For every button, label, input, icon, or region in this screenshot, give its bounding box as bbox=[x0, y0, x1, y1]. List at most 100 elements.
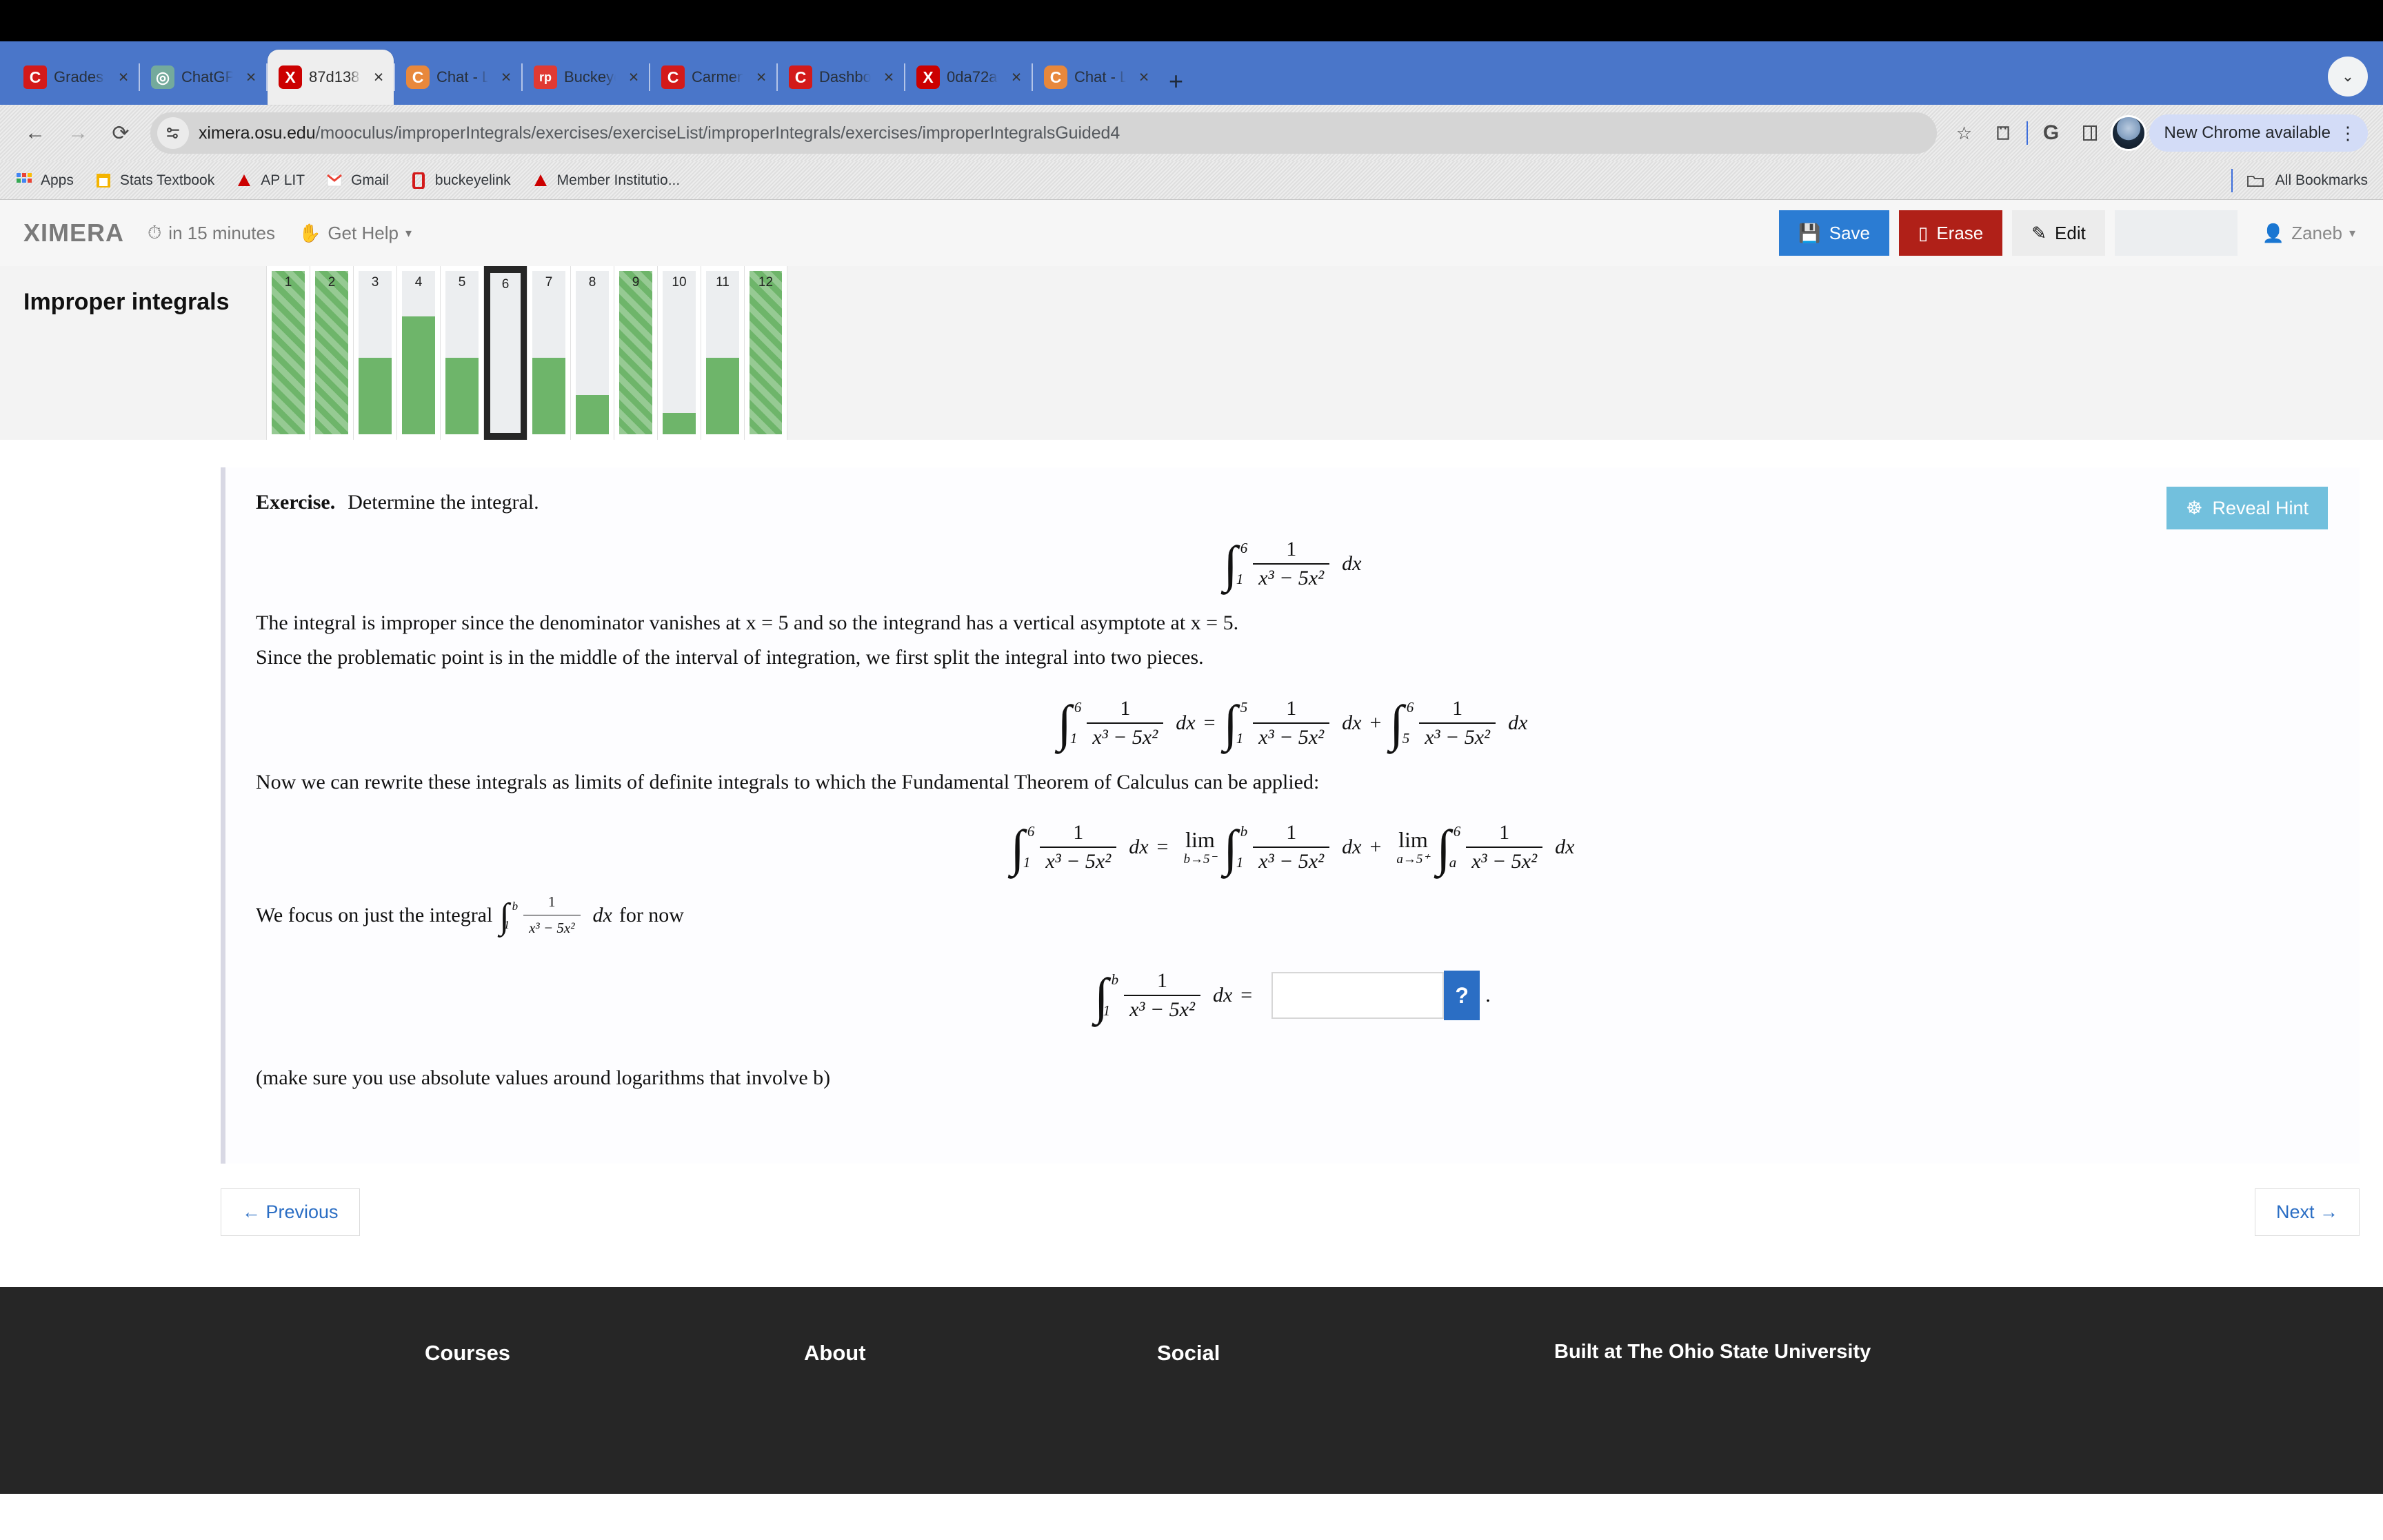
close-icon[interactable]: × bbox=[240, 68, 262, 86]
differential-dx: dx bbox=[1342, 552, 1362, 575]
progress-bar-cell[interactable]: 2 bbox=[310, 266, 353, 440]
rentportal-icon: rp bbox=[534, 65, 557, 89]
progress-track: 4 bbox=[402, 271, 435, 434]
edit-button[interactable]: ✎ Edit bbox=[2012, 210, 2105, 256]
canvas-icon: C bbox=[23, 65, 47, 89]
progress-number: 3 bbox=[371, 275, 379, 290]
bookmark-item[interactable]: Gmail bbox=[325, 172, 389, 190]
os-titlebar bbox=[0, 0, 2383, 41]
paragraph-split-reason: Since the problematic point is in the mi… bbox=[256, 646, 1204, 669]
progress-bar-cell[interactable]: 1 bbox=[266, 266, 310, 440]
lim-word: lim bbox=[1185, 827, 1215, 853]
progress-bar-cell[interactable]: 5 bbox=[440, 266, 483, 440]
clock-icon: ⏱ bbox=[148, 222, 162, 243]
browser-tab[interactable]: C Dashboard × bbox=[778, 50, 904, 105]
progress-fill bbox=[315, 271, 348, 434]
bookmarks-bar: Apps Stats Textbook AP LIT Gmail buckeyelink… bbox=[0, 161, 2383, 200]
browser-tab[interactable]: X 0da72a...: “Adjacen × bbox=[905, 50, 1032, 105]
profile-avatar[interactable] bbox=[2110, 115, 2146, 151]
tab-title: Chat - Learn with C bbox=[436, 68, 488, 85]
close-icon[interactable]: × bbox=[368, 68, 390, 86]
plus-sign: + bbox=[1369, 835, 1382, 859]
close-icon[interactable]: × bbox=[623, 68, 645, 86]
check-answer-button[interactable]: ? bbox=[1444, 971, 1480, 1021]
equals-sign: = bbox=[1203, 711, 1216, 734]
differential-dx: dx bbox=[1555, 835, 1575, 859]
chrome-update-button[interactable]: New Chrome available ⋮ bbox=[2149, 114, 2368, 152]
erase-button[interactable]: ▯ Erase bbox=[1899, 210, 2003, 256]
bookmark-label: Apps bbox=[41, 172, 74, 188]
browser-tab[interactable]: ◎ ChatGPT × bbox=[140, 50, 266, 105]
back-button[interactable]: ← bbox=[15, 113, 55, 153]
next-button[interactable]: Next → bbox=[2254, 1188, 2360, 1236]
progress-bar-cell[interactable]: 11 bbox=[701, 266, 744, 440]
fraction-numerator: 1 bbox=[1452, 696, 1463, 720]
user-menu[interactable]: 👤 Zaneb ▾ bbox=[2262, 223, 2355, 244]
browser-tab[interactable]: C Chat - Learn with C × bbox=[1033, 50, 1159, 105]
google-account-icon[interactable]: G bbox=[2033, 115, 2069, 151]
progress-bar-cell[interactable]: 6 bbox=[483, 266, 527, 440]
answer-input[interactable] bbox=[1271, 972, 1445, 1020]
progress-bar-cell[interactable]: 7 bbox=[527, 266, 570, 440]
browser-tab[interactable]: C Grades for Zaneb Z × bbox=[12, 50, 139, 105]
close-icon[interactable]: × bbox=[1005, 68, 1027, 86]
bookmark-star-icon[interactable]: ☆ bbox=[1947, 115, 1982, 151]
all-bookmarks-group[interactable]: All Bookmarks bbox=[2229, 168, 2368, 192]
progress-track: 10 bbox=[663, 271, 696, 434]
progress-bar-cell[interactable]: 4 bbox=[396, 266, 440, 440]
floppy-icon: 💾 bbox=[1798, 222, 1821, 243]
exercise-label: Exercise. bbox=[256, 491, 336, 514]
limit-operator-a: lim a→5⁺ bbox=[1396, 827, 1429, 867]
previous-button[interactable]: ← Previous bbox=[221, 1188, 360, 1236]
paragraph-improper-reason: The integral is improper since the denom… bbox=[256, 611, 1239, 634]
ximera-logo[interactable]: XIMERA bbox=[23, 219, 124, 247]
bookmark-label: AP LIT bbox=[261, 172, 305, 188]
progress-bar-cell[interactable]: 8 bbox=[570, 266, 614, 440]
lim-subscript: b→5⁻ bbox=[1183, 852, 1217, 867]
reload-button[interactable]: ⟳ bbox=[101, 113, 141, 153]
bookmark-item[interactable]: buckeyelink bbox=[410, 172, 511, 190]
browser-tab[interactable]: C Chat - Learn with C × bbox=[395, 50, 521, 105]
progress-bar-cell[interactable]: 3 bbox=[353, 266, 396, 440]
get-help-menu[interactable]: ✋ Get Help ▾ bbox=[299, 223, 412, 244]
tab-search-button[interactable]: ⌄ bbox=[2328, 57, 2368, 97]
close-icon[interactable]: × bbox=[495, 68, 517, 86]
extensions-icon[interactable] bbox=[1985, 115, 2021, 151]
progress-bar-cell[interactable]: 9 bbox=[614, 266, 657, 440]
exercise-heading: Exercise. Determine the integral. bbox=[256, 491, 2329, 514]
bookmark-item[interactable]: Member Institutio... bbox=[532, 172, 680, 190]
address-bar[interactable]: ximera.osu.edu/mooculus/improperIntegral… bbox=[150, 112, 1937, 154]
progress-fill bbox=[576, 395, 609, 434]
save-button[interactable]: 💾 Save bbox=[1779, 210, 1889, 256]
close-icon[interactable]: × bbox=[112, 68, 134, 86]
bookmark-item[interactable]: Apps bbox=[15, 172, 74, 190]
site-settings-icon[interactable] bbox=[157, 117, 189, 149]
fraction-denominator: x³ − 5x² bbox=[523, 915, 581, 939]
forward-button[interactable]: → bbox=[58, 113, 98, 153]
close-icon[interactable]: × bbox=[878, 68, 900, 86]
save-label: Save bbox=[1829, 222, 1870, 243]
close-icon[interactable]: × bbox=[750, 68, 772, 86]
browser-tab[interactable]: C CarmenCanvas × bbox=[650, 50, 776, 105]
tab-title: Chat - Learn with C bbox=[1074, 68, 1126, 85]
bookmark-item[interactable]: Stats Textbook bbox=[94, 172, 214, 190]
browser-tab[interactable]: rp Buckeye Village Ap × bbox=[523, 50, 649, 105]
side-panel-icon[interactable] bbox=[2072, 115, 2108, 151]
tab-title: ChatGPT bbox=[181, 68, 233, 85]
new-tab-button[interactable]: + bbox=[1159, 69, 1196, 105]
reveal-hint-button[interactable]: ☸ Reveal Hint bbox=[2166, 487, 2328, 529]
progress-track: 11 bbox=[706, 271, 739, 434]
bookmark-item[interactable]: AP LIT bbox=[235, 172, 305, 190]
browser-tab[interactable]: X 87d138...: “Up the × bbox=[268, 50, 394, 105]
progress-bar-cell[interactable]: 12 bbox=[744, 266, 787, 440]
chrome-update-label: New Chrome available bbox=[2164, 123, 2331, 142]
close-icon[interactable]: × bbox=[1133, 68, 1155, 86]
fraction-numerator: 1 bbox=[1286, 821, 1297, 844]
progress-bar-cell[interactable]: 10 bbox=[657, 266, 701, 440]
fraction-numerator: 1 bbox=[1120, 696, 1131, 720]
differential-dx: dx bbox=[1129, 835, 1149, 859]
progress-fill bbox=[663, 413, 696, 434]
bookmark-folder-icon bbox=[94, 172, 112, 190]
chrome-menu-icon[interactable]: ⋮ bbox=[2339, 124, 2357, 142]
progress-number: 11 bbox=[716, 275, 730, 290]
